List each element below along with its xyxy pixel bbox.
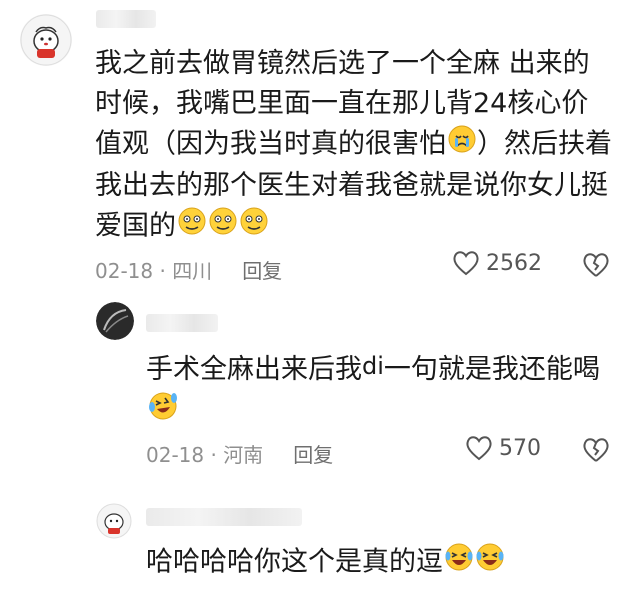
dizzy-face-emoji: [208, 206, 238, 248]
like-count: 2562: [486, 250, 542, 276]
dizzy-face-emoji: [239, 206, 269, 248]
date-location: 02-18 · 四川: [95, 259, 213, 283]
username-blurred[interactable]: [96, 10, 156, 28]
heart-icon: [466, 436, 492, 461]
dislike-button[interactable]: [582, 252, 610, 282]
comment-text: 哈哈哈哈你这个是真的逗: [146, 542, 626, 584]
heart-icon: [453, 251, 479, 276]
reply-button[interactable]: 回复: [242, 255, 282, 284]
username-blurred[interactable]: [146, 508, 302, 526]
like-count: 570: [499, 435, 541, 461]
comment-meta: 02-18 · 河南 回复: [146, 439, 333, 468]
laughing-tears-emoji: [147, 390, 179, 434]
broken-heart-icon: [583, 253, 609, 277]
laughing-tears-emoji: [444, 542, 474, 584]
avatar[interactable]: [20, 14, 72, 66]
broken-heart-icon: [583, 438, 609, 462]
laughing-tears-emoji: [475, 542, 505, 584]
dizzy-face-emoji: [177, 206, 207, 248]
comment-text: 手术全麻出来后我di一句就是我还能喝: [146, 346, 616, 434]
comment-text: 我之前去做胃镜然后选了一个全麻 出来的时候，我嘴巴里面一直在那儿背24核心价值观…: [95, 44, 615, 248]
avatar[interactable]: [96, 302, 134, 340]
username-blurred[interactable]: [146, 314, 218, 332]
comment-meta: 02-18 · 四川 回复: [95, 255, 282, 284]
crying-face-emoji: [447, 124, 477, 166]
date-location: 02-18 · 河南: [146, 443, 264, 467]
like-button[interactable]: 2562: [452, 250, 542, 276]
like-button[interactable]: 570: [465, 435, 541, 461]
dislike-button[interactable]: [582, 437, 610, 467]
avatar[interactable]: [96, 503, 132, 539]
reply-button[interactable]: 回复: [293, 439, 333, 468]
